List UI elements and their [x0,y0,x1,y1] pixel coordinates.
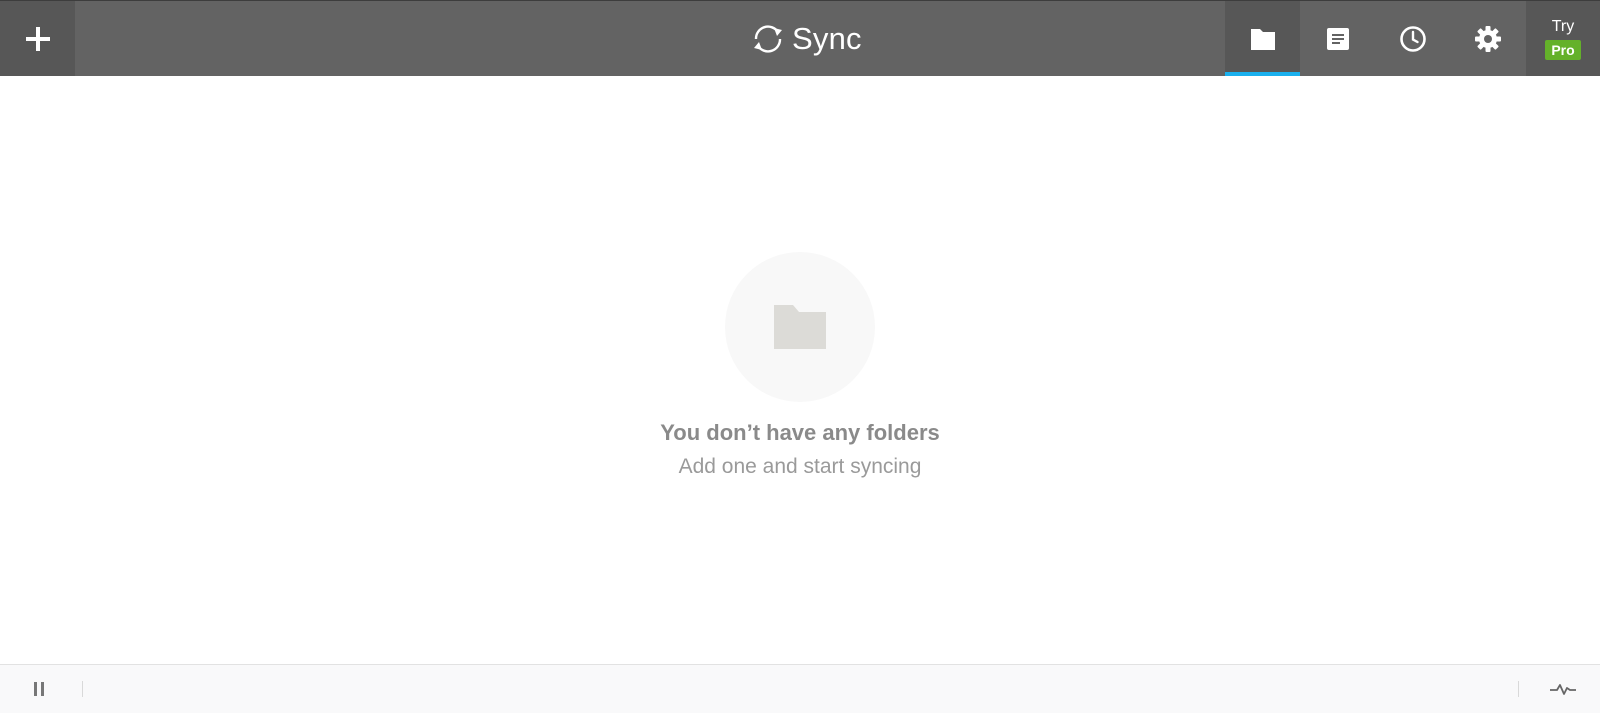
app-title: Sync [792,21,862,56]
empty-state-circle [725,252,875,402]
pro-badge: Pro [1545,39,1581,60]
pause-icon [34,682,44,696]
try-pro-button[interactable]: Try Pro [1526,1,1600,76]
empty-state-title: You don’t have any folders [660,420,940,445]
activity-pulse-icon [1550,684,1576,695]
add-folder-button[interactable] [0,1,75,76]
nav-transfers-tab[interactable] [1300,1,1375,76]
gear-icon [1474,25,1501,52]
folder-icon [774,305,826,349]
try-label: Try [1551,17,1575,35]
empty-state: You don’t have any folders Add one and s… [600,252,1000,479]
empty-state-subtitle: Add one and start syncing [678,455,922,478]
plus-icon [25,26,50,51]
status-divider-left [82,681,83,697]
status-divider-right [1518,681,1519,697]
sync-arrows-icon [754,25,782,53]
folder-icon [1250,28,1275,50]
top-bar: Sync Try Pro [0,0,1600,76]
activity-button[interactable] [1548,677,1578,701]
nav-folders-tab[interactable] [1225,1,1300,76]
nav-preferences-tab[interactable] [1450,1,1525,76]
main-nav [1225,1,1525,76]
brand: Sync [750,19,862,59]
nav-history-tab[interactable] [1375,1,1450,76]
clock-icon [1399,25,1426,52]
pause-sync-button[interactable] [28,677,50,701]
status-bar [0,664,1600,713]
document-icon [1326,27,1349,50]
